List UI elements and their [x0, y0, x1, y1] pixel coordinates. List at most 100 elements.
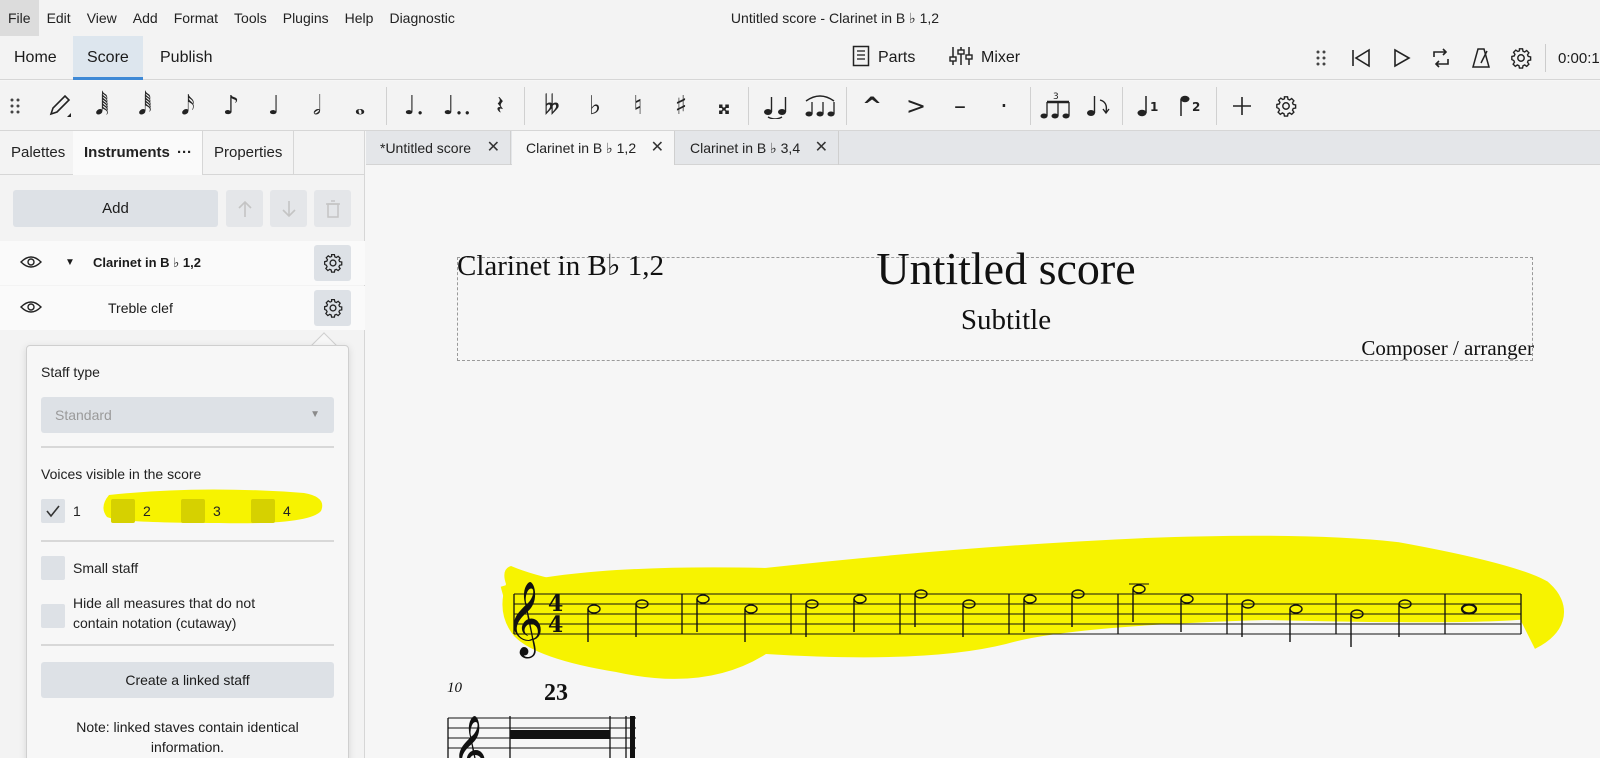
menu-diagnostic[interactable]: Diagnostic [381, 0, 462, 36]
score-subtitle[interactable]: Subtitle [366, 304, 1600, 337]
hide-measures-label-2: contain notation (cutaway) [73, 615, 237, 631]
drag-handle-icon[interactable] [1301, 36, 1341, 80]
score-view[interactable]: Clarinet in B♭ 1,2 Untitled score Subtit… [366, 166, 1600, 758]
menu-tools[interactable]: Tools [226, 0, 275, 36]
parts-button[interactable]: Parts [852, 42, 915, 74]
rest-icon[interactable]: 𝄽 [480, 86, 520, 126]
staff-type-label: Staff type [41, 364, 100, 380]
tab-instruments-label: Instruments [84, 144, 170, 161]
voice-1-label: 1 [73, 503, 81, 519]
staff-type-value: Standard [55, 407, 112, 423]
separator [1030, 87, 1031, 125]
slur-icon[interactable] [800, 86, 840, 126]
staff-settings-button[interactable] [314, 290, 351, 326]
staff-row[interactable]: Treble clef [0, 286, 365, 330]
tab-publish[interactable]: Publish [146, 36, 226, 80]
loop-icon[interactable] [1421, 36, 1461, 80]
separator [386, 87, 387, 125]
pencil-icon[interactable] [40, 86, 80, 126]
play-icon[interactable] [1381, 36, 1421, 80]
voice-3-checkbox[interactable] [181, 499, 205, 523]
staccato-icon[interactable]: · [984, 86, 1024, 126]
move-up-button[interactable] [226, 190, 263, 227]
multirest-staff[interactable]: 𝄞 [446, 706, 646, 758]
multirest-count: 23 [544, 680, 568, 706]
dropdown-arrow-icon: ▼ [310, 409, 320, 420]
voice-2-icon[interactable]: 2 [1171, 86, 1211, 126]
note-half-icon[interactable]: 𝅗𝅥 [297, 86, 337, 126]
tab-properties[interactable]: Properties [203, 131, 295, 175]
voice-1-checkbox[interactable] [41, 499, 65, 523]
voice-1-icon[interactable]: 1 [1128, 86, 1168, 126]
note-eighth-icon[interactable]: ♪ [211, 86, 251, 126]
close-icon[interactable]: ✕ [487, 131, 500, 165]
voice-4-checkbox[interactable] [251, 499, 275, 523]
expand-arrow-icon[interactable]: ▼ [65, 241, 75, 285]
tab-instruments[interactable]: Instruments ··· [73, 131, 203, 175]
menu-bar: File Edit View Add Format Tools Plugins … [0, 0, 1600, 36]
menu-plugins[interactable]: Plugins [275, 0, 337, 36]
menu-format[interactable]: Format [166, 0, 226, 36]
eye-icon[interactable] [20, 299, 42, 318]
rewind-icon[interactable] [1341, 36, 1381, 80]
score-title[interactable]: Untitled score [366, 242, 1600, 295]
small-staff-checkbox[interactable] [41, 556, 65, 580]
more-options-icon[interactable]: ··· [177, 131, 192, 175]
flip-direction-icon[interactable] [1078, 86, 1118, 126]
composer-text[interactable]: Composer / arranger [1361, 336, 1534, 361]
instrument-settings-button[interactable] [314, 245, 351, 281]
hide-empty-measures-checkbox[interactable] [41, 604, 65, 628]
svg-text:1: 1 [1150, 100, 1158, 114]
flat-icon[interactable]: ♭ [575, 86, 615, 126]
note-64th-icon[interactable]: 𝅘𝅥𝅲 [82, 86, 122, 126]
close-icon[interactable]: ✕ [815, 131, 828, 165]
tab-palettes[interactable]: Palettes [0, 131, 78, 175]
note-16th-icon[interactable]: 𝅘𝅥𝅯 [168, 86, 208, 126]
tab-home[interactable]: Home [0, 36, 71, 80]
doc-tab-clarinet-3-4[interactable]: Clarinet in B ♭ 3,4 ✕ [676, 131, 839, 165]
sharp-icon[interactable]: ♯ [661, 86, 701, 126]
note-32nd-icon[interactable]: 𝅘𝅥𝅱 [125, 86, 165, 126]
metronome-icon[interactable] [1461, 36, 1501, 80]
close-icon[interactable]: ✕ [651, 131, 664, 165]
move-down-button[interactable] [270, 190, 307, 227]
create-linked-staff-button[interactable]: Create a linked staff [41, 662, 334, 698]
menu-edit[interactable]: Edit [39, 0, 79, 36]
menu-help[interactable]: Help [337, 0, 382, 36]
double-dot-icon[interactable]: ♩.. [437, 86, 477, 126]
staff-system[interactable]: 𝄞 4 4 [366, 366, 1600, 726]
doc-tab-label: *Untitled score [380, 140, 472, 156]
staff-type-dropdown[interactable]: Standard ▼ [41, 397, 334, 433]
augmentation-dot-icon[interactable]: ♩. [394, 86, 434, 126]
voice-2-checkbox[interactable] [111, 499, 135, 523]
add-instrument-button[interactable]: Add [13, 190, 218, 227]
note-whole-icon[interactable]: 𝅝 [340, 86, 380, 126]
toolbar-settings-icon[interactable] [1266, 86, 1306, 126]
menu-view[interactable]: View [79, 0, 125, 36]
accent-icon[interactable]: > [896, 86, 936, 126]
tab-score[interactable]: Score [73, 36, 143, 80]
tuplet-icon[interactable]: 3 [1036, 86, 1076, 126]
doc-tab-clarinet-1-2[interactable]: Clarinet in B ♭ 1,2 ✕ [512, 131, 675, 165]
tie-icon[interactable] [756, 86, 796, 126]
drag-handle-icon[interactable] [0, 86, 30, 126]
divider [41, 644, 334, 646]
double-flat-icon[interactable]: 𝄫 [532, 86, 572, 126]
menu-add[interactable]: Add [125, 0, 166, 36]
double-sharp-icon[interactable]: 𝄪 [704, 86, 744, 126]
menu-file[interactable]: File [0, 0, 39, 36]
mixer-icon [949, 45, 973, 72]
marcato-icon[interactable]: ^ [852, 86, 892, 126]
playback-settings-icon[interactable] [1501, 36, 1541, 80]
mixer-button[interactable]: Mixer [949, 42, 1020, 74]
delete-button[interactable] [314, 190, 351, 227]
note-quarter-icon[interactable]: ♩ [254, 86, 294, 126]
add-icon[interactable] [1222, 86, 1262, 126]
divider [41, 540, 334, 542]
natural-icon[interactable]: ♮ [618, 86, 658, 126]
instrument-row[interactable]: ▼ Clarinet in B ♭ 1,2 [0, 241, 365, 285]
doc-tab-untitled-score[interactable]: *Untitled score ✕ [366, 131, 511, 165]
voice-2-label: 2 [143, 503, 151, 519]
tenuto-icon[interactable]: – [940, 86, 980, 126]
eye-icon[interactable] [20, 254, 42, 273]
